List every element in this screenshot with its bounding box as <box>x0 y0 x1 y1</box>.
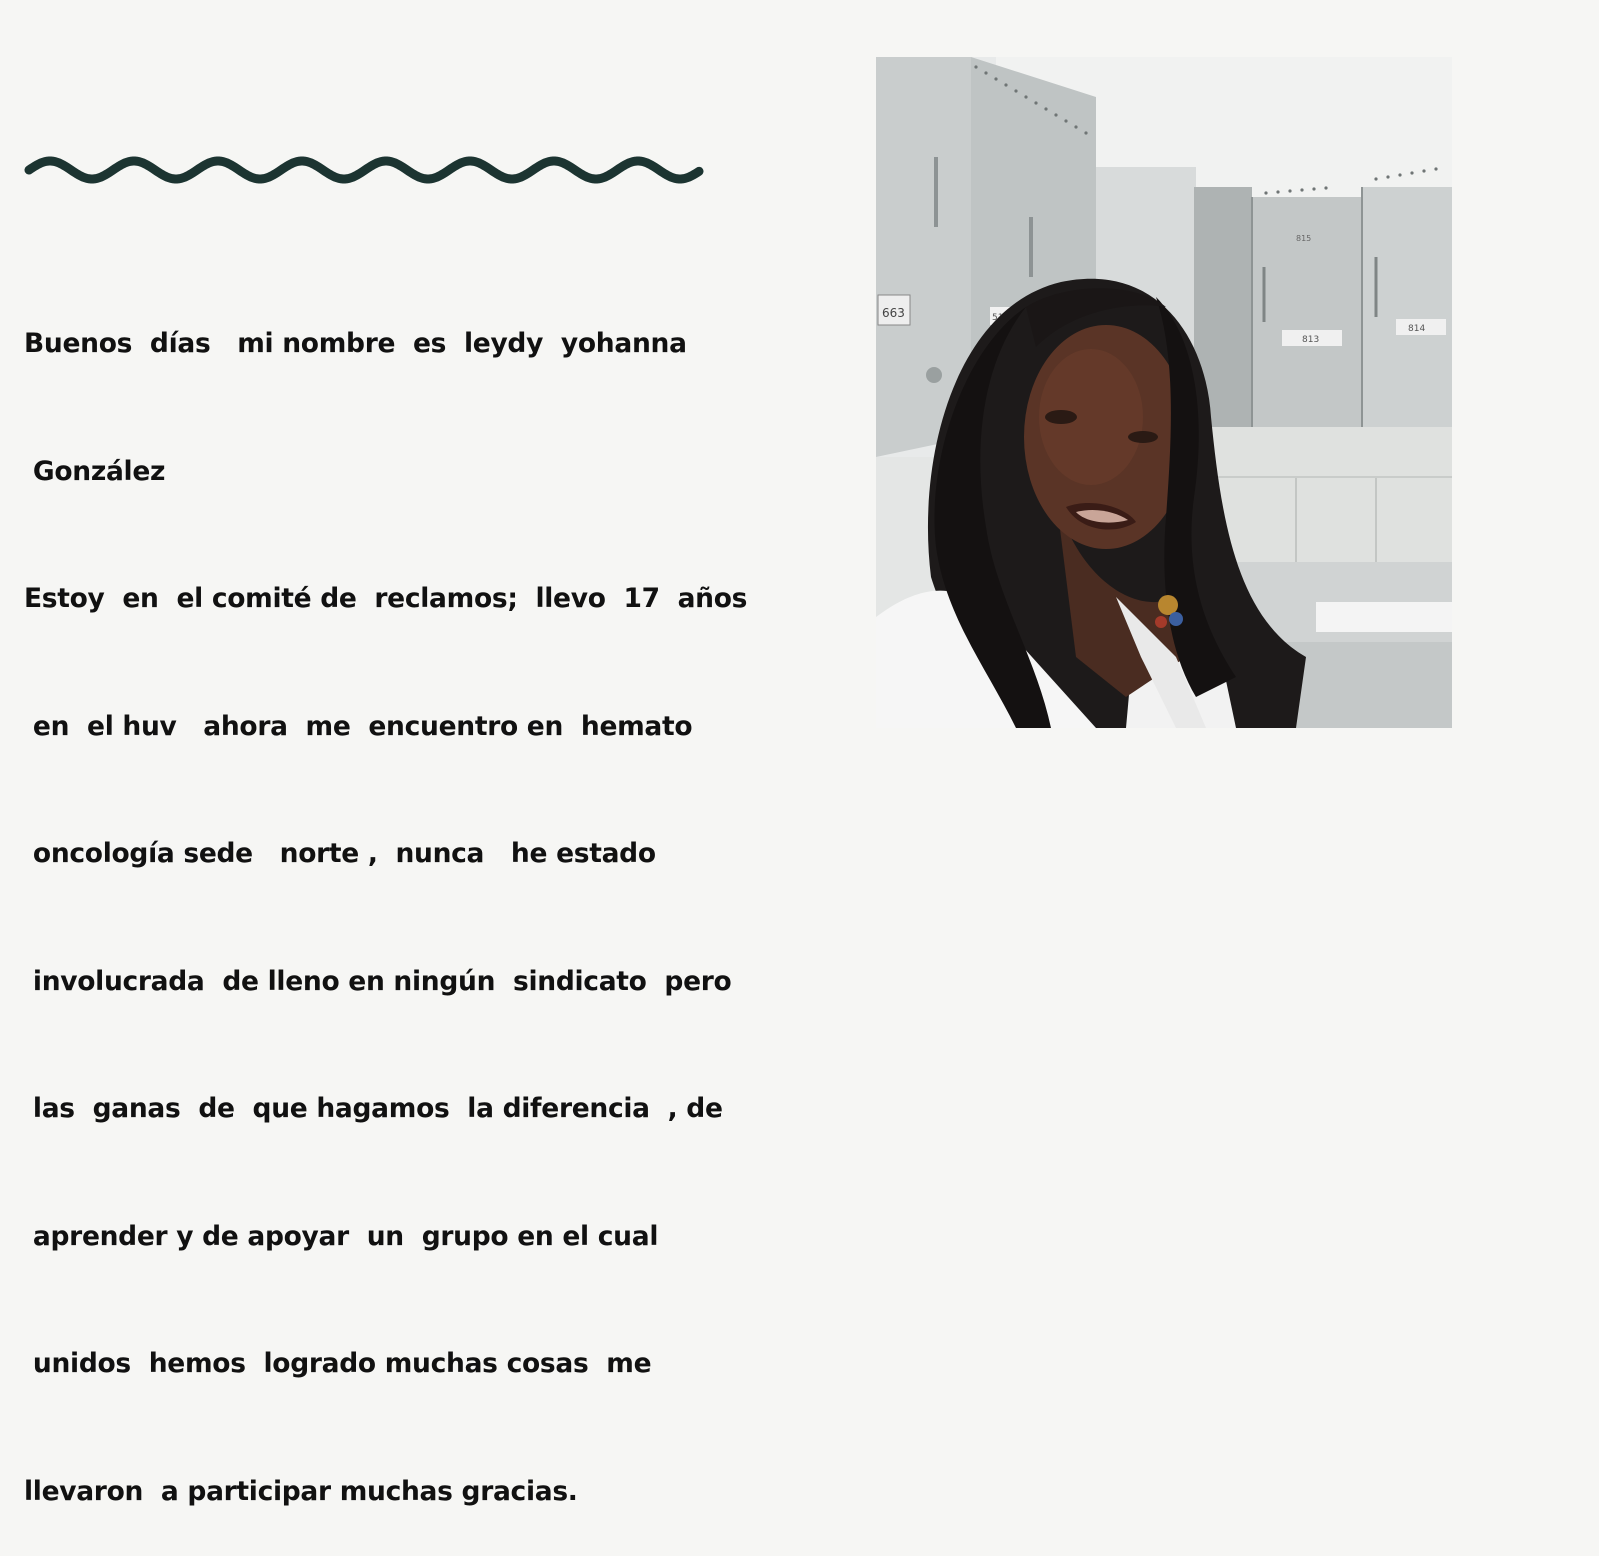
locker-label: 814 <box>1408 324 1425 334</box>
intro-line: oncología sede norte , nunca he estado <box>24 838 656 869</box>
selfie-photo-image: 663 5132 813 814 815 <box>876 57 1452 728</box>
intro-line: Buenos días mi nombre es leydy yohanna <box>24 328 687 359</box>
intro-line: llevaron a participar muchas gracias. <box>24 1475 578 1507</box>
intro-line: en el huv ahora me encuentro en hemato <box>24 710 693 742</box>
intro-line: involucrada de lleno en ningún sindicato… <box>24 965 732 997</box>
intro-line: unidos hemos logrado muchas cosas me <box>24 1348 652 1379</box>
intro-line: las ganas de que hagamos la diferencia ,… <box>24 1093 723 1124</box>
portrait-photo: 663 5132 813 814 815 <box>876 57 1452 728</box>
locker-label: 815 <box>1296 234 1311 243</box>
intro-text: Buenos días mi nombre es leydy yohanna G… <box>24 238 824 1556</box>
intro-line: aprender y de apoyar un grupo en el cual <box>24 1220 659 1252</box>
intro-line: González <box>24 455 166 487</box>
wavy-divider-icon <box>24 156 704 184</box>
locker-label: 813 <box>1302 335 1319 345</box>
intro-line: Estoy en el comité de reclamos; llevo 17… <box>24 583 748 614</box>
locker-label: 663 <box>882 306 905 320</box>
